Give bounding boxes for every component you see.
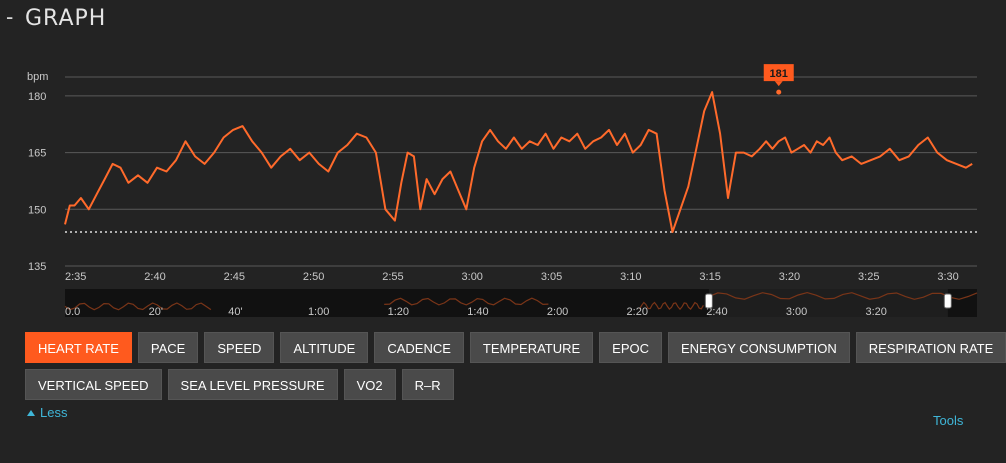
- x-tick-label: 2:45: [224, 271, 245, 283]
- collapse-toggle[interactable]: -: [6, 4, 13, 30]
- x-tick-label: 3:05: [541, 271, 562, 283]
- overview-tick-label: 1:00: [308, 306, 329, 318]
- y-tick-label: 150: [28, 204, 46, 216]
- x-tick-label: 2:40: [144, 271, 165, 283]
- triangle-up-icon: [27, 409, 35, 416]
- metric-button-heart-rate[interactable]: HEART RATE: [25, 332, 132, 363]
- graph-title: GRAPH: [25, 6, 107, 31]
- overview-tick-label: 40': [228, 306, 242, 318]
- metric-button-altitude[interactable]: ALTITUDE: [280, 332, 369, 363]
- metric-buttons-row-1: HEART RATE PACE SPEED ALTITUDE CADENCE TEMPER…: [25, 332, 1006, 363]
- heart-rate-line: [64, 91, 973, 233]
- metric-button-epoc[interactable]: EPOC: [599, 332, 663, 363]
- metric-button-r-r[interactable]: R–R: [401, 369, 454, 400]
- metric-button-vo2[interactable]: VO2: [343, 369, 396, 400]
- less-toggle[interactable]: Less: [27, 405, 67, 420]
- heart-rate-chart: bpm 135 150 165 180 2:35 2:40 2:45 2:50 2:55 3:00 3…: [27, 64, 978, 318]
- graph-header: - GRAPH: [0, 0, 1006, 44]
- metric-button-respiration-rate[interactable]: RESPIRATION RATE: [855, 332, 1006, 363]
- metric-button-speed[interactable]: SPEED: [204, 332, 275, 363]
- overview-tick-label: 0.0: [65, 306, 80, 318]
- metric-button-cadence[interactable]: CADENCE: [374, 332, 464, 363]
- overview-tick-label: 3:00: [786, 306, 807, 318]
- y-tick-label: 135: [28, 261, 46, 273]
- metric-button-pace[interactable]: PACE: [137, 332, 199, 363]
- x-tick-label: 3:25: [858, 271, 879, 283]
- overview-tick-label: 1:40: [467, 306, 488, 318]
- metric-button-sea-level-pressure[interactable]: SEA LEVEL PRESSURE: [167, 369, 338, 400]
- x-tick-label: 2:50: [303, 271, 324, 283]
- metric-button-energy-consumption[interactable]: ENERGY CONSUMPTION: [668, 332, 850, 363]
- overview-handle-right[interactable]: [943, 293, 952, 309]
- overview-tick-label: 20': [149, 306, 163, 318]
- overview-tick-label: 1:20: [388, 306, 409, 318]
- x-tick-label: 3:00: [462, 271, 483, 283]
- overview-tick-label: 3:20: [866, 306, 887, 318]
- x-tick-label: 3:15: [699, 271, 720, 283]
- x-tick-label: 3:30: [937, 271, 958, 283]
- less-label: Less: [40, 405, 68, 420]
- metric-buttons-row-2: VERTICAL SPEED SEA LEVEL PRESSURE VO2 R–R: [25, 369, 454, 400]
- y-tick-label: 180: [28, 91, 46, 103]
- x-tick-label: 2:55: [382, 271, 403, 283]
- overview-tick-label: 2:20: [627, 306, 648, 318]
- metric-button-vertical-speed[interactable]: VERTICAL SPEED: [25, 369, 162, 400]
- x-tick-label: 3:20: [779, 271, 800, 283]
- y-axis-unit: bpm: [27, 71, 48, 83]
- metric-button-temperature[interactable]: TEMPERATURE: [469, 332, 594, 363]
- max-point: [776, 89, 782, 95]
- overview-handle-left[interactable]: [704, 293, 713, 309]
- max-marker-label: 181: [770, 68, 788, 80]
- tools-link[interactable]: Tools: [933, 413, 963, 428]
- max-marker-pointer: [774, 81, 783, 87]
- overview-tick-label: 2:00: [547, 306, 568, 318]
- x-tick-label: 3:10: [620, 271, 641, 283]
- y-tick-label: 165: [28, 148, 46, 160]
- x-tick-label: 2:35: [65, 271, 86, 283]
- overview-selection[interactable]: [708, 289, 948, 317]
